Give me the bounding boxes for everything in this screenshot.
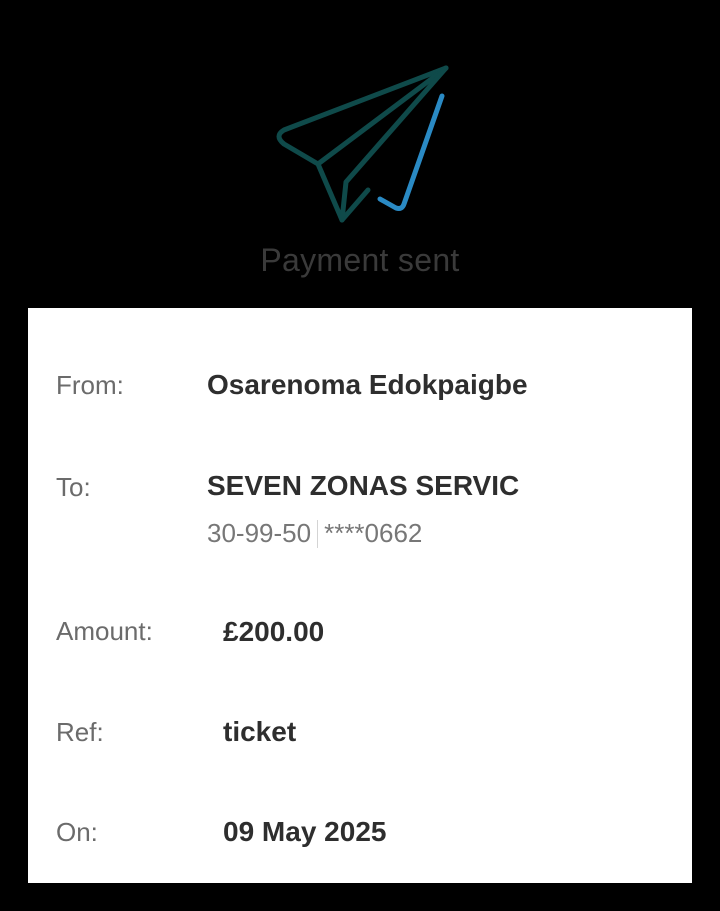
to-label: To:	[56, 472, 91, 502]
ref-value: ticket	[223, 716, 297, 747]
amount-value: £200.00	[223, 616, 325, 647]
payment-status-title: Payment sent	[260, 242, 460, 278]
paper-plane-check-icon	[276, 65, 449, 223]
to-value: SEVEN ZONAS SERVIC	[207, 470, 520, 501]
account-details: 30-99-50 ****0662	[207, 518, 422, 549]
payment-details-card: From: Osarenoma Edokpaigbe To: SEVEN ZON…	[28, 308, 692, 883]
account-number-masked: ****0662	[324, 518, 423, 548]
account-divider	[317, 519, 319, 548]
date-label: On:	[56, 817, 98, 847]
sort-code: 30-99-50	[207, 518, 312, 548]
from-label: From:	[56, 370, 124, 400]
amount-label: Amount:	[56, 616, 153, 646]
ref-label: Ref:	[56, 717, 104, 747]
date-value: 09 May 2025	[223, 816, 387, 847]
from-value: Osarenoma Edokpaigbe	[207, 369, 528, 400]
